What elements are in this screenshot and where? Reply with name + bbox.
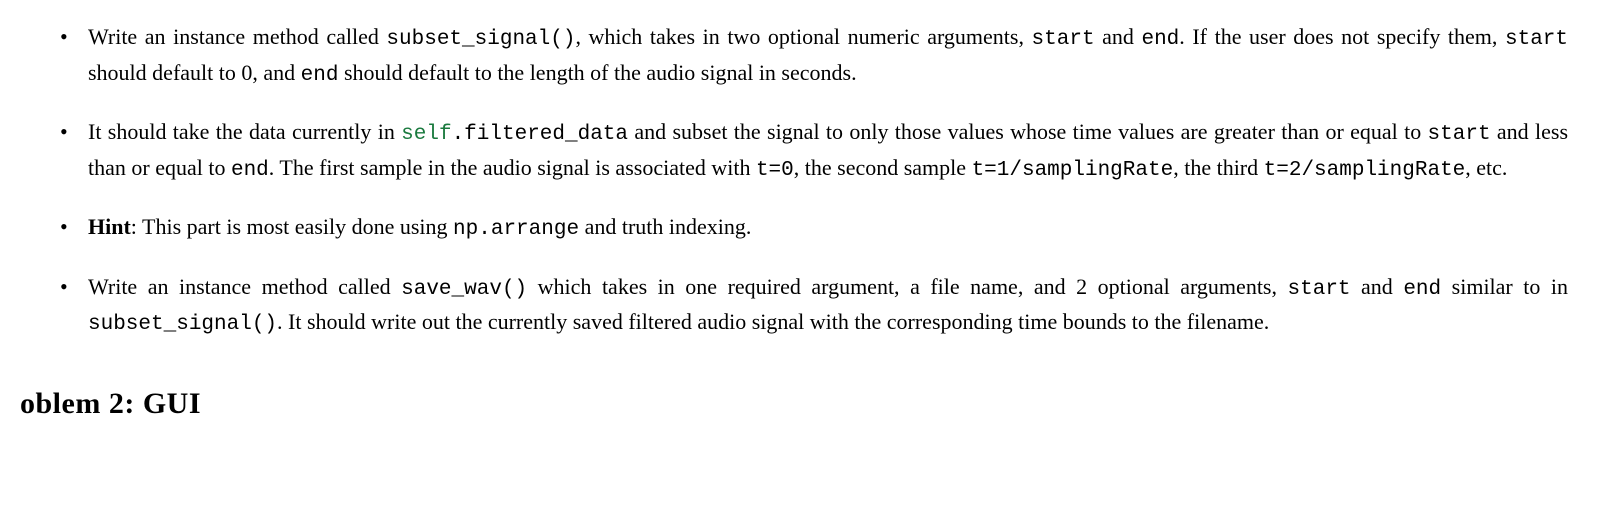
code-segment: t=2/samplingRate [1264, 159, 1466, 182]
text-segment: should default to 0, and [88, 60, 301, 85]
text-segment: , the third [1173, 155, 1263, 180]
code-segment: start [1032, 28, 1095, 51]
code-segment: save_wav() [401, 278, 527, 301]
text-segment: and [1095, 24, 1142, 49]
code-segment: .filtered_data [452, 123, 628, 146]
code-segment: start [1505, 28, 1568, 51]
code-segment: end [301, 64, 339, 87]
text-segment: which takes in one required argument, a … [527, 274, 1287, 299]
list-item: Hint: This part is most easily done usin… [60, 210, 1568, 246]
text-segment: and subset the signal to only those valu… [628, 119, 1428, 144]
hint-label: Hint [88, 214, 131, 239]
list-item: It should take the data currently in sel… [60, 115, 1568, 186]
code-segment: start [1288, 278, 1351, 301]
code-segment: t=1/samplingRate [972, 159, 1174, 182]
heading-fragment: oblem 2: GUI [20, 381, 1568, 426]
text-segment: , etc. [1465, 155, 1507, 180]
code-segment: t=0 [756, 159, 794, 182]
text-segment: : This part is most easily done using [131, 214, 453, 239]
text-segment: Write an instance method called [88, 24, 386, 49]
text-segment: . The first sample in the audio signal i… [269, 155, 756, 180]
code-segment: subset_signal() [88, 313, 277, 336]
list-item: Write an instance method called subset_s… [60, 20, 1568, 91]
text-segment: and truth indexing. [579, 214, 751, 239]
code-segment: np.arrange [453, 218, 579, 241]
text-segment: . It should write out the currently save… [277, 309, 1269, 334]
code-segment: end [1403, 278, 1441, 301]
code-segment-self: self [401, 123, 451, 146]
list-item: Write an instance method called save_wav… [60, 270, 1568, 341]
text-segment: , the second sample [794, 155, 972, 180]
text-segment: and [1351, 274, 1404, 299]
bullet-list: Write an instance method called subset_s… [60, 20, 1568, 341]
text-segment: should default to the length of the audi… [338, 60, 856, 85]
code-segment: subset_signal() [386, 28, 575, 51]
text-segment: Write an instance method called [88, 274, 401, 299]
text-segment: , which takes in two optional numeric ar… [575, 24, 1031, 49]
code-segment: end [1141, 28, 1179, 51]
text-segment: similar to in [1441, 274, 1568, 299]
code-segment: start [1428, 123, 1491, 146]
code-segment: end [231, 159, 269, 182]
text-segment: It should take the data currently in [88, 119, 401, 144]
text-segment: . If the user does not specify them, [1179, 24, 1505, 49]
